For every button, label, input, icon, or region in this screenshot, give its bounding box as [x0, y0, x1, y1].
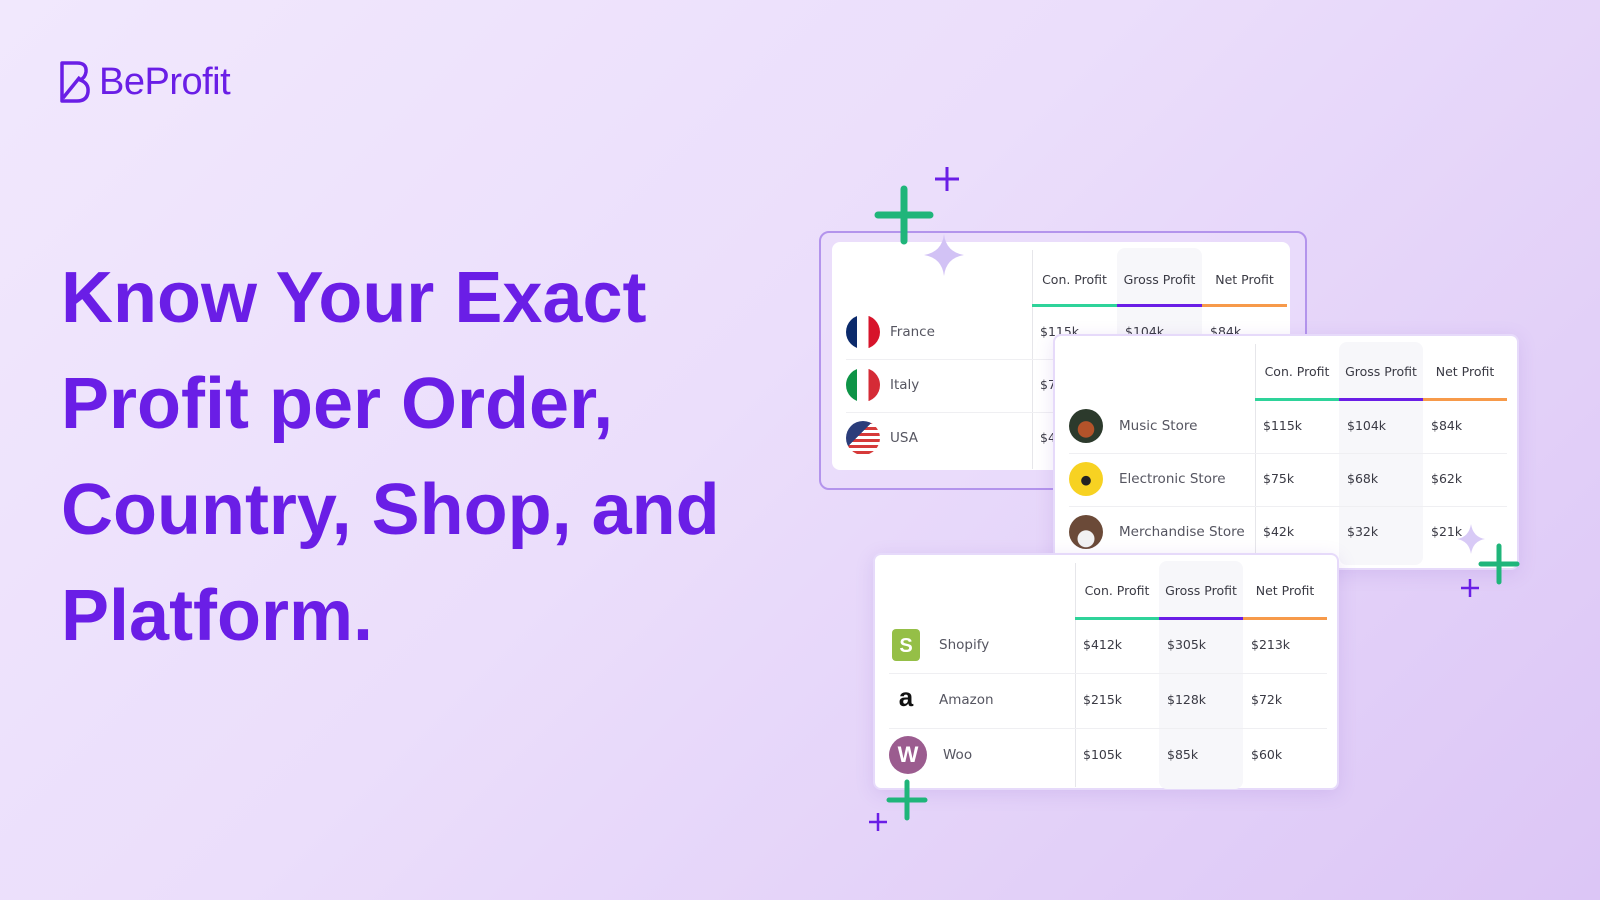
- row-label: Music Store: [1119, 418, 1198, 434]
- profit-value: $85k: [1167, 747, 1199, 762]
- column-underline: [1159, 617, 1243, 620]
- table-row: Italy: [846, 366, 919, 404]
- profit-value: $215k: [1083, 692, 1123, 707]
- profit-value: $72k: [1251, 692, 1283, 707]
- profit-value: $105k: [1083, 747, 1123, 762]
- row-divider: [889, 672, 1327, 674]
- row-label: France: [890, 324, 935, 340]
- column-underline: [1339, 398, 1423, 401]
- profit-value: $115k: [1263, 418, 1303, 433]
- row-label: Italy: [890, 377, 920, 393]
- table-row: Electronic Store: [1069, 460, 1226, 498]
- profit-value: $104k: [1347, 418, 1387, 433]
- row-label: USA: [890, 430, 918, 446]
- profit-value: $68k: [1347, 471, 1379, 486]
- tshirt-avatar-icon: [1069, 515, 1103, 549]
- brand-name: BeProfit: [99, 60, 231, 103]
- table-row: USA: [846, 419, 918, 457]
- row-label: Shopify: [939, 637, 990, 653]
- column-underline: [1075, 617, 1159, 620]
- purple-plus-icon: [935, 167, 959, 191]
- headline-line: Profit per Order,: [61, 364, 614, 444]
- column-header: Con. Profit: [1042, 272, 1107, 287]
- profit-value: $128k: [1167, 692, 1207, 707]
- amazon-icon: a: [898, 683, 914, 712]
- row-divider: [889, 727, 1327, 729]
- column-header: Gross Profit: [1165, 583, 1237, 598]
- column-underline: [1202, 304, 1287, 307]
- column-underline: [1243, 617, 1327, 620]
- table-row: France: [846, 313, 935, 351]
- table-row: W Woo: [889, 736, 972, 774]
- shopify-icon: S: [892, 629, 920, 661]
- profit-value: $42k: [1263, 524, 1295, 539]
- profit-value: $213k: [1251, 637, 1291, 652]
- profit-value: $75k: [1263, 471, 1295, 486]
- platform-profit-table: Con. Profit Gross Profit Net Profit S Shopif…: [873, 553, 1339, 790]
- profit-value: $305k: [1167, 637, 1207, 652]
- beprofit-logo-icon: [60, 61, 90, 103]
- row-label: Electronic Store: [1119, 471, 1226, 487]
- profit-value: $412k: [1083, 637, 1123, 652]
- column-header: Gross Profit: [1123, 272, 1196, 287]
- green-plus-icon: [1478, 543, 1520, 585]
- column-underline: [1117, 304, 1202, 307]
- table-row: a Amazon: [889, 681, 994, 719]
- column-header: Con. Profit: [1264, 364, 1330, 379]
- column-header: Net Profit: [1435, 364, 1495, 379]
- column-underline: [1255, 398, 1339, 401]
- beprofit-logo: BeProfit: [59, 60, 231, 104]
- row-divider: [1069, 505, 1507, 507]
- column-header: Con. Profit: [1084, 583, 1150, 598]
- profit-value: $32k: [1347, 524, 1379, 539]
- table-row: Music Store: [1069, 407, 1197, 445]
- column-header: Net Profit: [1255, 583, 1315, 598]
- woocommerce-icon: W: [889, 736, 927, 774]
- table-row: S Shopify: [889, 626, 989, 664]
- headline-line: Know Your Exact: [61, 258, 647, 338]
- column-header: Net Profit: [1215, 272, 1274, 287]
- column-header: Gross Profit: [1345, 364, 1417, 379]
- shop-profit-table: Con. Profit Gross Profit Net Profit Music S…: [1053, 334, 1519, 570]
- row-label: Merchandise Store: [1119, 524, 1245, 540]
- row-label: Amazon: [939, 692, 994, 708]
- green-plus-icon: [886, 779, 928, 821]
- profit-value: $84k: [1431, 418, 1463, 433]
- table-row: Merchandise Store: [1069, 513, 1245, 551]
- purple-plus-icon: [1461, 579, 1479, 597]
- flag-france-icon: [846, 315, 880, 349]
- profit-value: $60k: [1251, 747, 1283, 762]
- headline-line: Platform.: [61, 576, 374, 656]
- sparkle-icon: [924, 234, 964, 276]
- row-label: Woo: [943, 747, 973, 763]
- column-underline: [1423, 398, 1507, 401]
- profit-value: $62k: [1431, 471, 1463, 486]
- purple-plus-icon: [869, 813, 887, 831]
- flag-usa-icon: [846, 421, 880, 455]
- row-divider: [1069, 452, 1507, 454]
- flag-italy-icon: [846, 368, 880, 402]
- headphones-avatar-icon: [1069, 462, 1103, 496]
- headline: Know Your Exact Profit per Order, Countr…: [61, 245, 720, 669]
- guitar-avatar-icon: [1069, 409, 1103, 443]
- column-underline: [1032, 304, 1117, 307]
- headline-line: Country, Shop, and: [61, 470, 720, 550]
